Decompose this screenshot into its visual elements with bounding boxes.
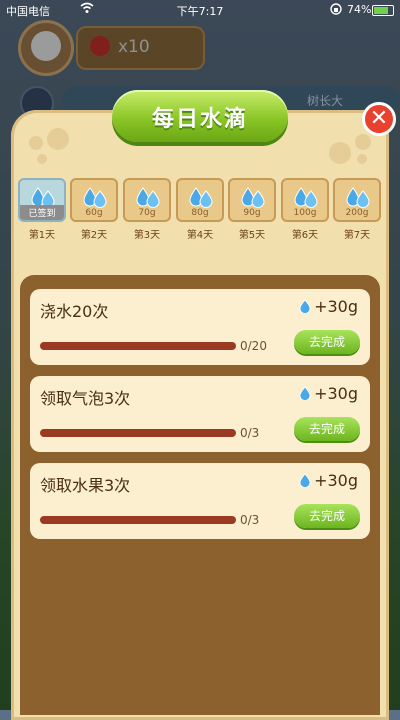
day-label: 第6天 — [291, 230, 319, 241]
close-icon: ✕ — [369, 106, 389, 131]
task-card: 领取水果3次 +30g 0/3 去完成 — [30, 463, 370, 539]
water-drop-icon — [299, 472, 311, 488]
task-card: 领取气泡3次 +30g 0/3 去完成 — [30, 376, 370, 452]
task-progress-text: 0/3 — [240, 426, 260, 440]
day-label: 第2天 — [80, 230, 108, 241]
task-reward-amount: +30g — [314, 384, 358, 403]
task-progress-bar — [40, 342, 236, 350]
close-button[interactable]: ✕ — [362, 102, 396, 136]
task-name: 浇水20次 — [40, 302, 109, 321]
battery-icon — [372, 5, 394, 16]
orientation-lock-icon — [330, 2, 342, 19]
day-reward-box: 90g — [228, 178, 276, 222]
water-drop-icon — [239, 186, 267, 208]
task-progress-text: 0/3 — [240, 513, 260, 527]
day-reward-box: 已签到 — [18, 178, 66, 222]
day-slot[interactable]: 已签到第1天 — [18, 178, 66, 241]
day-reward-box: 80g — [176, 178, 224, 222]
battery-percent: 74% — [347, 3, 372, 16]
task-progress-bar — [40, 516, 236, 524]
day-label: 第7天 — [343, 230, 371, 241]
task-list: 浇水20次 +30g 0/20 去完成 领取气泡3次 +30g 0/3 去完成 领取水果3次 +3… — [20, 275, 380, 715]
day-label: 第1天 — [28, 230, 56, 241]
go-complete-button[interactable]: 去完成 — [294, 417, 360, 441]
dialog-title-banner: 每日水滴 — [112, 90, 288, 142]
day-reward-amount: 60g — [85, 208, 103, 218]
status-bar: 中国电信 下午7:17 74% — [0, 0, 400, 20]
day-slot[interactable]: 100g 第6天 — [281, 178, 329, 241]
day-reward-box: 100g — [281, 178, 329, 222]
water-drop-icon — [344, 186, 372, 208]
day-label: 第4天 — [186, 230, 214, 241]
day-reward-box: 60g — [70, 178, 118, 222]
task-progress-bar — [40, 429, 236, 437]
day-slot[interactable]: 90g 第5天 — [228, 178, 276, 241]
task-progress-text: 0/20 — [240, 339, 267, 353]
water-drop-icon — [187, 186, 215, 208]
day-reward-amount: 80g — [191, 208, 209, 218]
day-reward-amount: 已签到 — [20, 205, 64, 220]
task-reward: +30g — [299, 384, 358, 403]
day-reward-amount: 90g — [243, 208, 261, 218]
day-slot[interactable]: 80g 第4天 — [176, 178, 224, 241]
day-slot[interactable]: 200g 第7天 — [333, 178, 381, 241]
day-reward-amount: 70g — [138, 208, 156, 218]
task-name: 领取气泡3次 — [40, 389, 131, 408]
decorative-dots-right — [321, 128, 371, 168]
task-name: 领取水果3次 — [40, 476, 131, 495]
task-card: 浇水20次 +30g 0/20 去完成 — [30, 289, 370, 365]
day-slot[interactable]: 70g 第3天 — [123, 178, 171, 241]
day-reward-amount: 200g — [345, 208, 369, 218]
water-drop-icon — [299, 385, 311, 401]
task-reward: +30g — [299, 297, 358, 316]
dialog-title: 每日水滴 — [151, 107, 248, 132]
task-reward-amount: +30g — [314, 297, 358, 316]
task-reward-amount: +30g — [314, 471, 358, 490]
day-reward-box: 70g — [123, 178, 171, 222]
task-reward: +30g — [299, 471, 358, 490]
water-drop-icon — [134, 186, 162, 208]
water-drop-icon — [299, 298, 311, 314]
water-drop-icon — [292, 186, 320, 208]
day-label: 第5天 — [238, 230, 266, 241]
battery-fill — [374, 7, 389, 14]
day-reward-box: 200g — [333, 178, 381, 222]
decorative-dots-left — [29, 128, 79, 168]
day-label: 第3天 — [133, 230, 161, 241]
day-slot[interactable]: 60g 第2天 — [70, 178, 118, 241]
day-reward-amount: 100g — [293, 208, 317, 218]
water-drop-icon — [81, 186, 109, 208]
go-complete-button[interactable]: 去完成 — [294, 330, 360, 354]
go-complete-button[interactable]: 去完成 — [294, 504, 360, 528]
